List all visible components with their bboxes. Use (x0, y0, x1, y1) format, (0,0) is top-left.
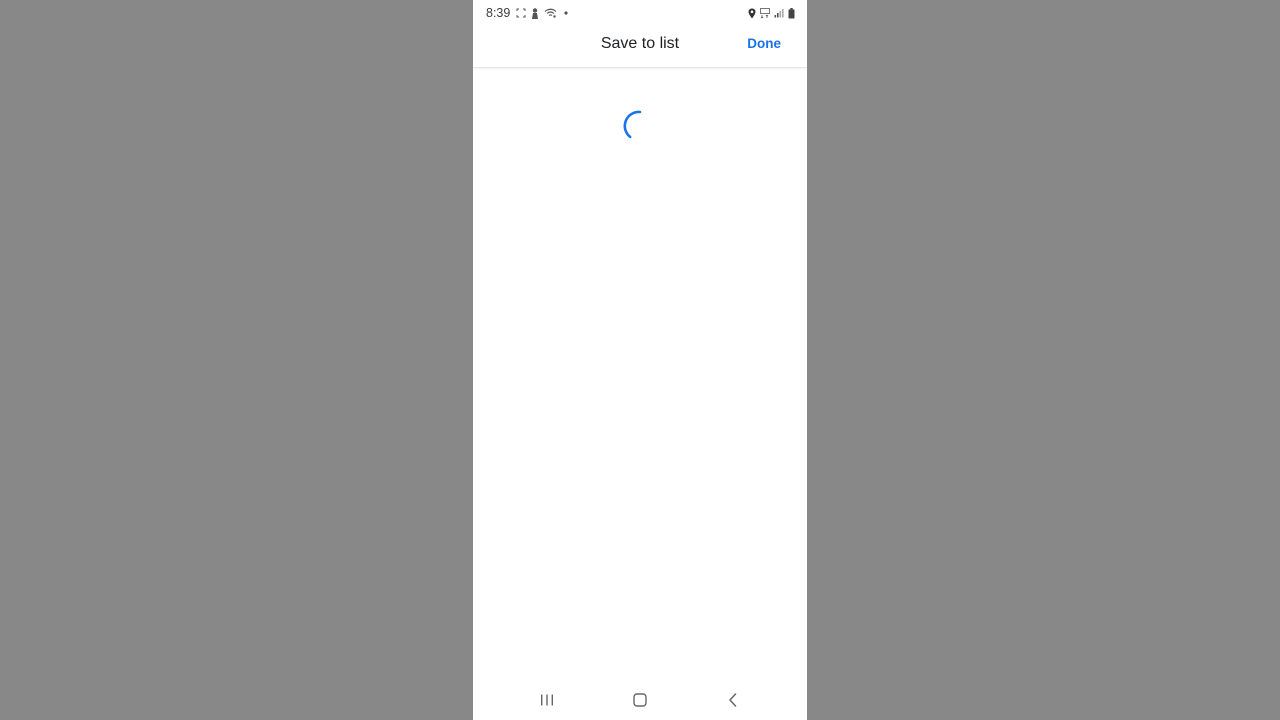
battery-icon (788, 7, 795, 19)
status-left-icons (516, 6, 570, 20)
screenshot-icon (516, 8, 526, 18)
video-backdrop: 8:39 Save to list Done (0, 0, 1280, 720)
dot-icon (562, 9, 570, 17)
system-nav-bar (473, 680, 807, 720)
recents-icon[interactable] (532, 688, 562, 712)
status-bar: 8:39 (473, 0, 807, 26)
home-icon[interactable] (625, 688, 655, 712)
location-icon (748, 8, 756, 19)
done-button[interactable]: Done (747, 36, 781, 51)
phone-screen: 8:39 Save to list Done (473, 0, 807, 720)
notification-person-icon (531, 7, 539, 19)
app-header: Save to list Done (473, 26, 807, 68)
back-icon[interactable] (718, 688, 748, 712)
status-right-icons (748, 6, 795, 20)
progress-spinner-icon (621, 108, 659, 146)
signal-icon (774, 8, 784, 18)
wifi-calling-icon (544, 8, 557, 18)
5g-icon (760, 7, 770, 19)
status-time: 8:39 (486, 6, 511, 20)
